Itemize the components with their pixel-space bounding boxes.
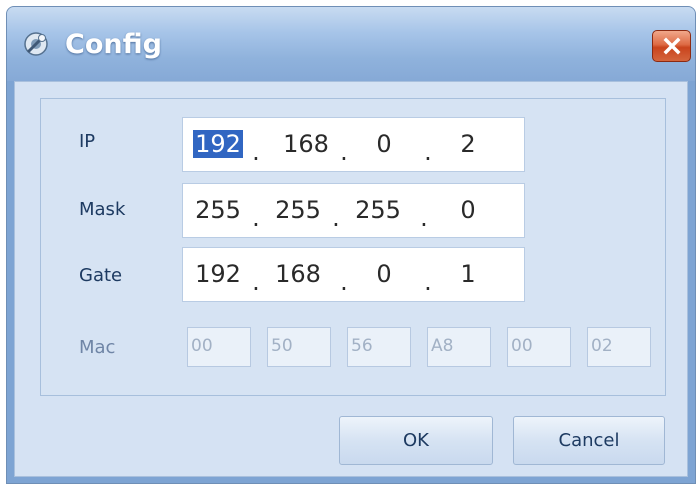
gate-octet-1[interactable]: 192 [191, 260, 245, 288]
ip-octet-3[interactable]: 0 [357, 130, 411, 158]
config-window: Config IP 192 . 168 . 0 . 2 Mask 255 . 2 [6, 6, 696, 484]
close-icon [663, 37, 680, 55]
ip-address-input[interactable]: 192 . 168 . 0 . 2 [182, 117, 525, 172]
mask-octet-1[interactable]: 255 [191, 196, 245, 224]
mac-label: Mac [79, 337, 116, 358]
mask-separator: . [332, 204, 340, 232]
mask-octet-3[interactable]: 255 [351, 196, 405, 224]
mask-separator: . [420, 204, 428, 232]
ip-octet-1[interactable]: 192 [191, 130, 245, 158]
mac-part-3: 56 [347, 327, 411, 367]
gate-separator: . [340, 268, 348, 296]
ip-separator: . [340, 138, 348, 166]
gate-separator: . [424, 268, 432, 296]
network-settings-group: IP 192 . 168 . 0 . 2 Mask 255 . 255 . 25… [40, 98, 666, 396]
mac-part-2: 50 [267, 327, 331, 367]
gate-label: Gate [79, 265, 123, 286]
mask-octet-4[interactable]: 0 [441, 196, 495, 224]
ip-separator: . [424, 138, 432, 166]
gate-octet-3[interactable]: 0 [357, 260, 411, 288]
gate-octet-2[interactable]: 168 [271, 260, 325, 288]
cancel-button[interactable]: Cancel [513, 416, 665, 465]
mask-label: Mask [79, 199, 126, 220]
ip-separator: . [252, 138, 260, 166]
ok-button[interactable]: OK [339, 416, 493, 465]
close-button[interactable] [652, 30, 691, 62]
settings-icon [24, 32, 48, 56]
ip-octet-4[interactable]: 2 [441, 130, 495, 158]
mac-part-5: 00 [507, 327, 571, 367]
mac-part-6: 02 [587, 327, 651, 367]
dialog-body: IP 192 . 168 . 0 . 2 Mask 255 . 255 . 25… [14, 81, 688, 477]
gate-separator: . [252, 268, 260, 296]
mac-part-1: 00 [187, 327, 251, 367]
gateway-input[interactable]: 192 . 168 . 0 . 1 [182, 247, 525, 302]
ip-octet-2[interactable]: 168 [279, 130, 333, 158]
gate-octet-4[interactable]: 1 [441, 260, 495, 288]
window-title: Config [65, 29, 162, 60]
ip-label: IP [79, 131, 96, 152]
mac-part-4: A8 [427, 327, 491, 367]
mask-octet-2[interactable]: 255 [271, 196, 325, 224]
title-bar[interactable]: Config [7, 7, 695, 81]
subnet-mask-input[interactable]: 255 . 255 . 255 . 0 [182, 183, 525, 238]
mask-separator: . [252, 204, 260, 232]
